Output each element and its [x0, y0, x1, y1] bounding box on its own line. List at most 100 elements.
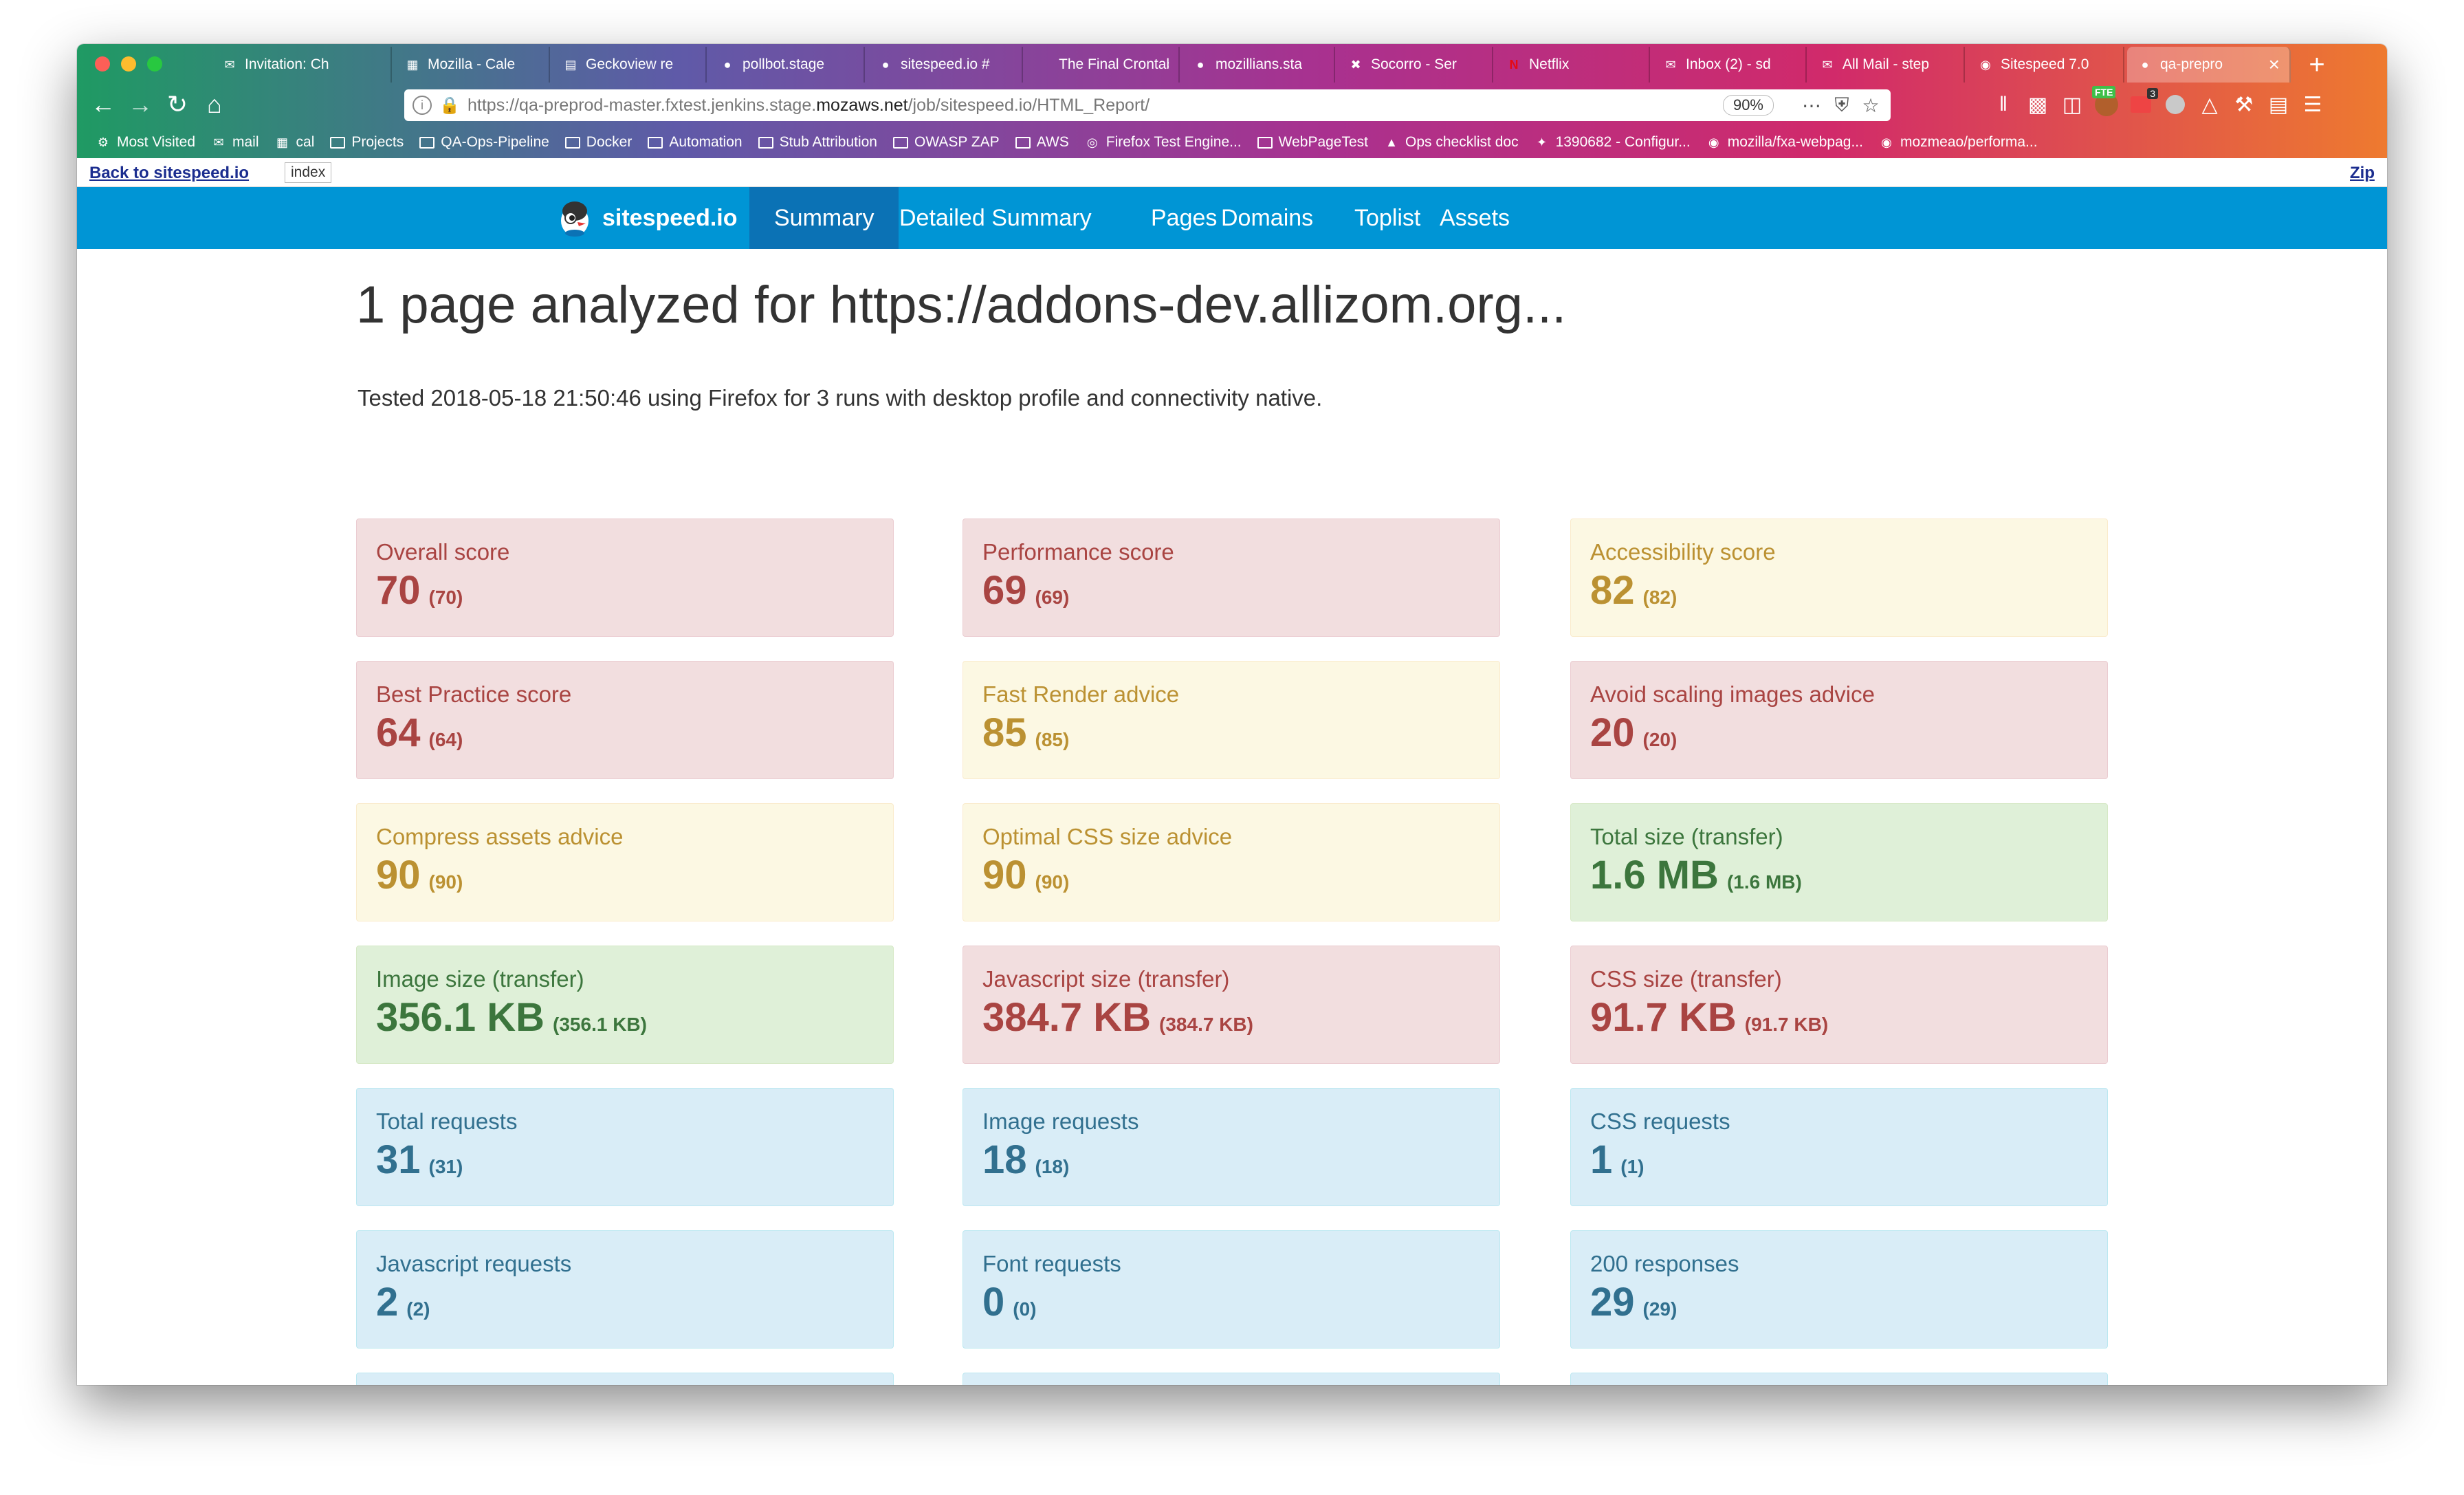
index-select[interactable]: index — [285, 162, 332, 183]
metric-value-row: 18 (18) — [982, 1138, 1480, 1189]
bookmark-item[interactable]: AWS — [1015, 134, 1069, 151]
tab-6[interactable]: The Final Crontab — [1026, 47, 1180, 83]
bookmark-item[interactable]: ◉ mozilla/fxa-webpag... — [1706, 134, 1863, 151]
page-actions-icon[interactable]: ⋯ — [1798, 92, 1825, 118]
metric-value-row: 356.1 KB (356.1 KB) — [376, 996, 874, 1047]
bookmark-item[interactable]: ◎ Firefox Test Engine... — [1084, 134, 1242, 151]
fte-extension-icon[interactable]: FTE — [2092, 86, 2120, 120]
zoom-indicator[interactable]: 90% — [1722, 95, 1774, 116]
metric-value: 0 — [982, 1280, 1005, 1324]
tab-label: qa-prepro — [2160, 56, 2223, 72]
metric-label: Overall score — [376, 539, 510, 565]
bookmark-item[interactable]: ⚙ Most Visited — [95, 134, 195, 151]
bookmark-item[interactable]: Stub Attribution — [758, 134, 877, 151]
nav-item-assets[interactable]: Assets — [1415, 187, 1534, 249]
maximize-window-button[interactable] — [147, 56, 162, 72]
tab-9[interactable]: N Netflix — [1496, 47, 1650, 83]
tab-12[interactable]: ◉ Sitespeed 7.0 — [1968, 47, 2124, 83]
bookmark-star-icon[interactable]: ☆ — [1858, 92, 1884, 118]
extension-shield-icon[interactable]: △ — [2196, 89, 2223, 120]
metric-raw-value: (384.7 KB) — [1159, 1014, 1253, 1035]
metric-raw-value: (85) — [1035, 729, 1070, 750]
metric-value: 18 — [982, 1137, 1027, 1182]
top-navigation: sitespeed.io Summary Detailed Summary Page… — [77, 187, 2387, 249]
bookmark-item[interactable]: Automation — [647, 134, 742, 151]
tab-label: All Mail - step — [1842, 56, 1930, 72]
github-icon: ◉ — [1708, 135, 1719, 149]
tab-7[interactable]: ● mozillians.sta — [1182, 47, 1335, 83]
metric-label: Compress assets advice — [376, 824, 624, 849]
pocket-icon[interactable]: ⛨ — [1829, 92, 1855, 118]
tab-label: sitespeed.io # — [901, 56, 990, 72]
globe-icon: ◎ — [1086, 135, 1098, 149]
tab-2[interactable]: ▦ Mozilla - Cale — [395, 47, 550, 83]
zip-link[interactable]: Zip — [2350, 164, 2375, 183]
sidebar-icon[interactable]: ◫ — [2058, 89, 2086, 120]
close-tab-icon[interactable]: × — [2262, 54, 2280, 76]
nav-item-detailed-summary[interactable]: Detailed Summary — [874, 187, 1116, 249]
mail-extension-icon[interactable]: 3 — [2127, 88, 2158, 120]
bookmark-item[interactable]: OWASP ZAP — [892, 134, 1000, 151]
tab-8[interactable]: ✖ Socorro - Ser — [1338, 47, 1493, 83]
tab-13[interactable]: ● qa-prepro × — [2127, 47, 2291, 83]
bookmark-item[interactable]: QA-Ops-Pipeline — [419, 134, 549, 151]
brand[interactable]: sitespeed.io — [554, 187, 738, 249]
metric-raw-value: (69) — [1035, 587, 1070, 608]
bookmark-item[interactable]: WebPageTest — [1257, 134, 1368, 151]
metric-label: Best Practice score — [376, 681, 572, 707]
extension-gray-icon[interactable] — [2162, 89, 2189, 120]
metric-value-row: 31 (31) — [376, 1138, 874, 1189]
extension-notes-icon[interactable]: ▤ — [2265, 89, 2292, 120]
back-arrow-icon[interactable]: ← — [87, 88, 120, 121]
metric-card: Domains per page — [356, 1373, 894, 1385]
tab-label: Inbox (2) - sd — [1686, 56, 1771, 72]
tab-bar: ✉ Invitation: Ch ▦ Mozilla - Cale ▤ Geckoview… — [77, 44, 2387, 83]
tab-10[interactable]: ✉ Inbox (2) - sd — [1653, 47, 1807, 83]
home-icon[interactable]: ⌂ — [198, 88, 231, 121]
jenkins-header: Back to sitespeed.io index Zip — [77, 158, 2387, 187]
tab-1[interactable]: ✉ Invitation: Ch — [212, 47, 392, 83]
nav-item-domains[interactable]: Domains — [1196, 187, 1338, 249]
bookmark-label: cal — [296, 134, 315, 150]
close-window-button[interactable] — [95, 56, 110, 72]
bookmark-item[interactable]: ◉ mozmeao/performa... — [1878, 134, 2037, 151]
metric-value-row: 90 (90) — [376, 853, 874, 904]
tab-11[interactable]: ✉ All Mail - step — [1810, 47, 1965, 83]
site-icon: ● — [881, 57, 890, 72]
bookmark-label: Ops checklist doc — [1405, 134, 1519, 150]
bookmark-item[interactable]: Projects — [329, 134, 404, 151]
metric-label: Accessibility score — [1590, 539, 1776, 565]
metric-value: 90 — [376, 853, 421, 897]
metric-value-row: 1 (1) — [1590, 1138, 2088, 1189]
forward-arrow-icon[interactable]: → — [124, 88, 157, 121]
bookmark-label: OWASP ZAP — [914, 134, 1000, 150]
page-title: 1 page analyzed for https://addons-dev.a… — [356, 276, 1567, 334]
back-to-sitespeed-link[interactable]: Back to sitespeed.io — [89, 164, 249, 183]
tab-4[interactable]: ● pollbot.stage — [710, 47, 865, 83]
metric-card: CSS size (transfer) 91.7 KB (91.7 KB) — [1570, 946, 2108, 1064]
info-icon[interactable]: i — [412, 96, 432, 115]
bookmark-item[interactable]: Docker — [564, 134, 632, 151]
new-tab-button[interactable]: + — [2298, 47, 2336, 83]
metric-value-row: 20 (20) — [1590, 711, 2088, 762]
bookmark-item[interactable]: ✦ 1390682 - Configur... — [1534, 134, 1691, 151]
metric-value-row: 0 (0) — [982, 1280, 1480, 1331]
folder-icon — [329, 135, 346, 149]
bookmark-item[interactable]: ✉ mail — [210, 134, 258, 151]
tab-5[interactable]: ● sitespeed.io # — [868, 47, 1023, 83]
metric-value: 384.7 KB — [982, 995, 1152, 1040]
library-icon[interactable]: ‖ — [1990, 89, 2017, 120]
reader-view-icon[interactable]: ▩ — [2024, 89, 2052, 120]
lock-icon[interactable]: 🔒 — [439, 96, 460, 115]
bookmark-item[interactable]: ▲ Ops checklist doc — [1383, 134, 1519, 151]
reload-icon[interactable]: ↻ — [161, 88, 194, 121]
extension-car-icon[interactable]: ⚒ — [2230, 89, 2258, 120]
menu-hamburger-icon[interactable]: ☰ — [2299, 89, 2326, 120]
address-bar[interactable]: i 🔒 https://qa-preprod-master.fxtest.jen… — [404, 89, 1891, 121]
metric-value: 2 — [376, 1280, 399, 1324]
bookmark-item[interactable]: ▦ cal — [274, 134, 315, 151]
browser-chrome: ✉ Invitation: Ch ▦ Mozilla - Cale ▤ Geckoview… — [77, 44, 2387, 158]
minimize-window-button[interactable] — [121, 56, 136, 72]
calendar-icon: ▦ — [276, 135, 289, 149]
tab-3[interactable]: ▤ Geckoview re — [553, 47, 707, 83]
